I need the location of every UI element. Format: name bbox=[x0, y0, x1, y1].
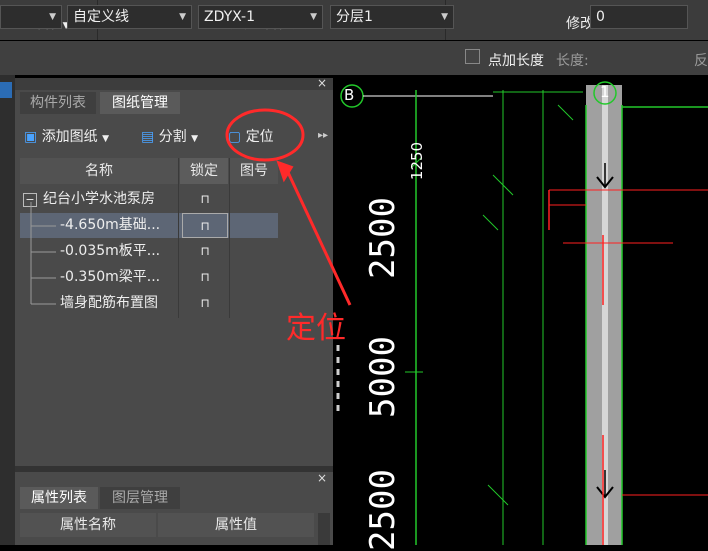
red-annotation bbox=[225, 108, 352, 306]
annotation-text: 定位 bbox=[286, 311, 346, 346]
